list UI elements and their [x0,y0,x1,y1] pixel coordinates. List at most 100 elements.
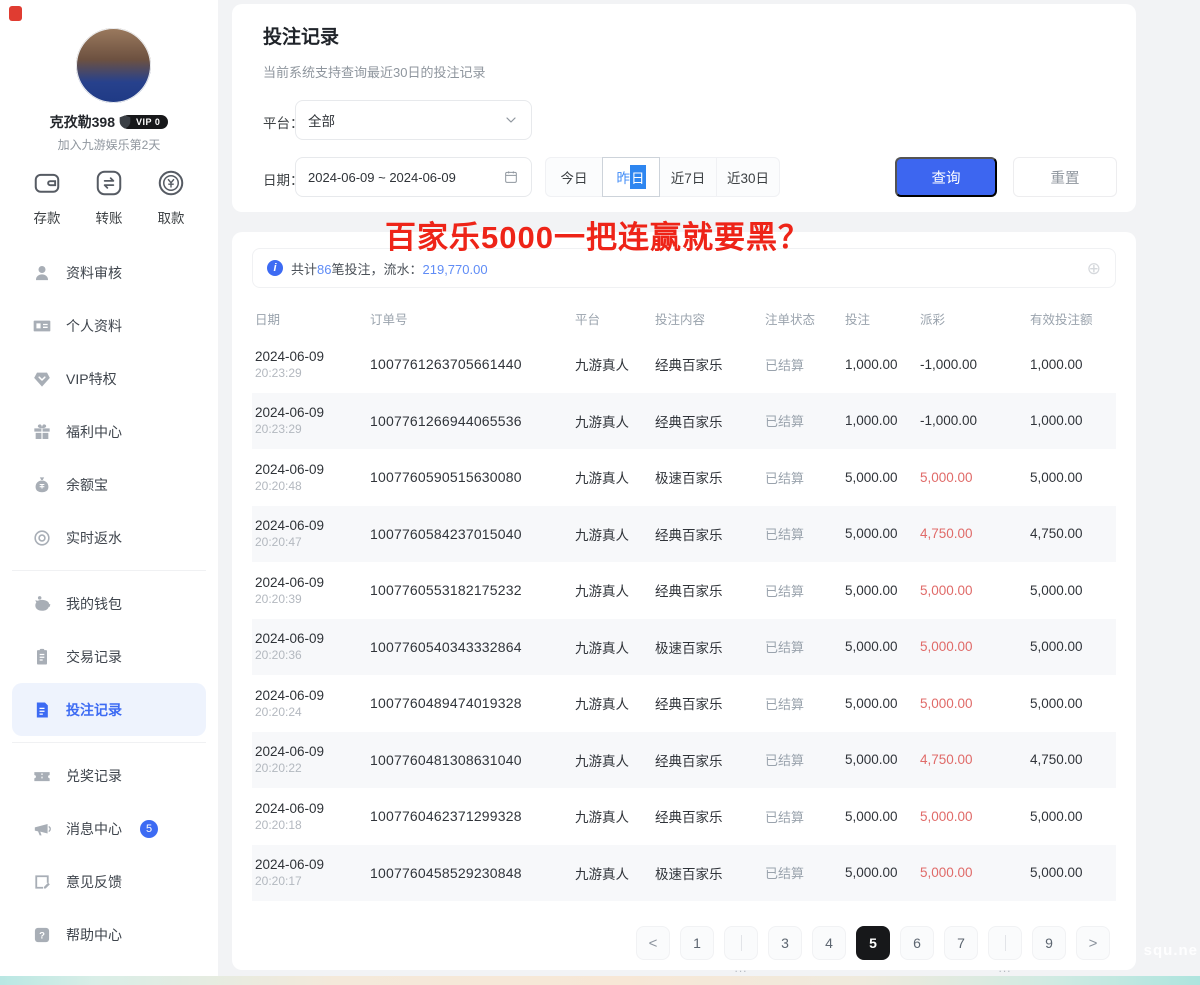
sidebar-item-rebate[interactable]: 实时返水 [0,511,218,564]
next-page-button[interactable]: > [1076,926,1110,960]
date-range-input[interactable]: 2024-06-09 ~ 2024-06-09 [295,157,532,197]
table-header-row: 日期订单号平台投注内容注单状态投注派彩有效投注额 [252,300,1116,336]
cell-platform: 九游真人 [575,467,655,487]
page-button-6[interactable]: 6 [900,926,934,960]
page-button-9[interactable]: 9 [1032,926,1066,960]
sidebar-item-wallet[interactable]: 我的钱包 [0,577,218,630]
column-header: 投注 [845,309,920,328]
page-button-3[interactable]: 3 [768,926,802,960]
range-button-0[interactable]: 今日 [545,157,603,197]
cell-valid-bet: 5,000.00 [1030,583,1116,598]
table-row[interactable]: 2024-06-0920:20:171007760458529230848九游真… [252,845,1116,902]
table-row[interactable]: 2024-06-0920:20:391007760553182175232九游真… [252,562,1116,619]
column-header: 日期 [255,309,370,328]
column-header: 投注内容 [655,309,765,328]
sidebar-item-money-bag[interactable]: 余额宝 [0,458,218,511]
overlay-annotation-text: 百家乐5000一把连赢就要黑？ [385,212,810,257]
withdraw-icon [156,168,186,198]
cell-status: 已结算 [765,807,845,826]
turnover-value: 219,770.00 [423,262,488,277]
sidebar-item-feedback[interactable]: 意见反馈 [0,855,218,908]
sidebar-item-label: 消息中心 [66,819,122,839]
sidebar-item-vip[interactable]: VIP特权 [0,352,218,405]
cell-status: 已结算 [765,468,845,487]
sidebar-item-label: 兑奖记录 [66,766,122,786]
page-subtitle: 当前系统支持查询最近30日的投注记录 [263,62,485,81]
table-row[interactable]: 2024-06-0920:23:291007761263705661440九游真… [252,336,1116,393]
quick-action-label: 存款 [18,207,76,227]
range-button-1[interactable]: 昨日 [602,157,660,197]
calendar-icon [503,169,519,185]
message-icon [32,819,52,839]
prize-icon [32,766,52,786]
avatar[interactable] [76,28,151,103]
page-button-1[interactable]: 1 [680,926,714,960]
quick-action-withdraw[interactable]: 取款 [142,168,200,227]
table-row[interactable]: 2024-06-0920:20:221007760481308631040九游真… [252,732,1116,789]
sidebar-divider [12,570,206,571]
sidebar-item-message[interactable]: 消息中心5 [0,802,218,855]
table-row[interactable]: 2024-06-0920:20:241007760489474019328九游真… [252,675,1116,732]
column-header: 注单状态 [765,309,845,328]
cell-bet-content: 经典百家乐 [655,411,765,431]
column-header: 订单号 [370,309,575,328]
table-row[interactable]: 2024-06-0920:20:181007760462371299328九游真… [252,788,1116,845]
query-button[interactable]: 查询 [895,157,997,197]
chevron-down-icon [503,112,519,128]
help-icon: ? [32,925,52,945]
page: 克孜勒398 VIP 0 加入九游娱乐第2天 存款转账取款 资料审核个人资料VI… [0,0,1200,985]
cell-status: 已结算 [765,581,845,600]
watermark: squ.ne [1144,942,1198,959]
cell-valid-bet: 5,000.00 [1030,696,1116,711]
table-row[interactable]: 2024-06-0920:23:291007761266944065536九游真… [252,393,1116,450]
column-header: 有效投注额 [1030,309,1116,328]
cell-date: 2024-06-0920:23:29 [255,405,370,436]
circle-plus-icon[interactable]: ⊕ [1087,260,1101,277]
cell-bet-content: 经典百家乐 [655,806,765,826]
ellipsis-mark [1005,935,1006,951]
sidebar-item-id-card[interactable]: 个人资料 [0,299,218,352]
sidebar-item-transaction[interactable]: 交易记录 [0,630,218,683]
sidebar-item-bet-record[interactable]: 投注记录 [12,683,206,736]
cell-date: 2024-06-0920:20:36 [255,631,370,662]
table-row[interactable]: 2024-06-0920:20:471007760584237015040九游真… [252,506,1116,563]
sidebar-item-label: 个人资料 [66,316,122,336]
page-button-7[interactable]: 7 [944,926,978,960]
reset-button[interactable]: 重置 [1013,157,1117,197]
range-button-2[interactable]: 近7日 [659,157,717,197]
sidebar-item-prize[interactable]: 兑奖记录 [0,749,218,802]
sidebar-item-label: 帮助中心 [66,925,122,945]
sidebar-item-gift[interactable]: 福利中心 [0,405,218,458]
vip-badge[interactable]: VIP 0 [121,115,168,129]
cell-valid-bet: 4,750.00 [1030,526,1116,541]
app-logo-mark [9,6,22,21]
cell-order-number: 1007760481308631040 [370,752,575,768]
page-ellipsis[interactable] [988,926,1022,960]
table-row[interactable]: 2024-06-0920:20:481007760590515630080九游真… [252,449,1116,506]
cell-platform: 九游真人 [575,411,655,431]
cell-bet-amount: 5,000.00 [845,470,920,485]
cell-order-number: 1007760584237015040 [370,526,575,542]
range-button-3[interactable]: 近30日 [716,157,780,197]
sidebar-item-user-audit[interactable]: 资料审核 [0,246,218,299]
cell-date: 2024-06-0920:20:18 [255,801,370,832]
page-button-5[interactable]: 5 [856,926,890,960]
sidebar-item-help[interactable]: ? 帮助中心 [0,908,218,961]
cell-status: 已结算 [765,355,845,374]
page-ellipsis[interactable] [724,926,758,960]
cell-valid-bet: 5,000.00 [1030,470,1116,485]
rebate-icon [32,528,52,548]
cell-status: 已结算 [765,694,845,713]
column-header: 派彩 [920,309,1030,328]
quick-action-transfer[interactable]: 转账 [80,168,138,227]
table-row[interactable]: 2024-06-0920:20:361007760540343332864九游真… [252,619,1116,676]
cell-order-number: 1007761266944065536 [370,413,575,429]
page-button-4[interactable]: 4 [812,926,846,960]
page-title: 投注记录 [263,22,339,49]
quick-action-deposit[interactable]: 存款 [18,168,76,227]
cell-valid-bet: 5,000.00 [1030,809,1116,824]
platform-select[interactable]: 全部 [295,100,532,140]
prev-page-button[interactable]: < [636,926,670,960]
sidebar-item-label: 意见反馈 [66,872,122,892]
table-body: 2024-06-0920:23:291007761263705661440九游真… [252,336,1116,901]
